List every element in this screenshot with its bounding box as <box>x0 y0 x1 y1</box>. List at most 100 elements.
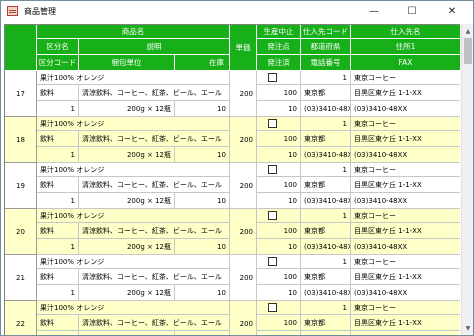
cell-stock[interactable]: 10 <box>175 331 230 335</box>
row-header[interactable]: 20 <box>5 209 37 255</box>
discontinued-checkbox[interactable] <box>268 303 277 312</box>
table-row[interactable]: 19 果汁100% オレンジ 飲料 清涼飲料、コーヒー、紅茶、ビール、エール 1… <box>5 163 460 209</box>
cell-packing-unit[interactable]: 200g × 12瓶 <box>79 239 175 255</box>
cell-category-code[interactable]: 1 <box>37 147 79 163</box>
cell-supplier-code[interactable]: 1 <box>301 301 351 315</box>
cell-packing-unit[interactable]: 200g × 12瓶 <box>79 331 175 335</box>
cell-ordered[interactable]: 10 <box>257 101 301 117</box>
maximize-button[interactable]: ☐ <box>397 1 427 22</box>
cell-supplier-name[interactable]: 東京コーヒー <box>351 163 460 177</box>
cell-address1[interactable]: 目黒区東ケ丘 1-1-XX <box>351 315 460 331</box>
cell-category-code[interactable]: 1 <box>37 285 79 301</box>
cell-ordering-point[interactable]: 100 <box>257 177 301 193</box>
cell-discontinued[interactable] <box>257 209 301 223</box>
cell-stock[interactable]: 10 <box>175 239 230 255</box>
cell-address1[interactable]: 目黒区東ケ丘 1-1-XX <box>351 177 460 193</box>
cell-discontinued[interactable] <box>257 117 301 131</box>
cell-supplier-code[interactable]: 1 <box>301 255 351 269</box>
cell-category[interactable]: 飲料 <box>37 223 79 239</box>
cell-ordered[interactable]: 10 <box>257 147 301 163</box>
cell-phone[interactable]: (03)3410-48XX <box>301 331 351 335</box>
cell-unit-price[interactable]: 200 <box>230 301 257 335</box>
cell-fax[interactable]: (03)3410-48XX <box>351 285 460 301</box>
cell-packing-unit[interactable]: 200g × 12瓶 <box>79 101 175 117</box>
cell-packing-unit[interactable]: 200g × 12瓶 <box>79 147 175 163</box>
header-supplier-code[interactable]: 仕入先コード <box>301 25 351 39</box>
header-packing-unit[interactable]: 梱包単位 <box>79 55 175 71</box>
cell-phone[interactable]: (03)3410-48XX <box>301 147 351 163</box>
cell-unit-price[interactable]: 200 <box>230 163 257 209</box>
cell-unit-price[interactable]: 200 <box>230 209 257 255</box>
cell-prefecture[interactable]: 東京都 <box>301 315 351 331</box>
minimize-button[interactable]: — <box>359 1 389 22</box>
cell-category-code[interactable]: 1 <box>37 193 79 209</box>
cell-supplier-name[interactable]: 東京コーヒー <box>351 255 460 269</box>
cell-category-code[interactable]: 1 <box>37 239 79 255</box>
cell-address1[interactable]: 目黒区東ケ丘 1-1-XX <box>351 269 460 285</box>
discontinued-checkbox[interactable] <box>268 119 277 128</box>
cell-fax[interactable]: (03)3410-48XX <box>351 239 460 255</box>
cell-product-name[interactable]: 果汁100% オレンジ <box>37 163 230 177</box>
cell-unit-price[interactable]: 200 <box>230 255 257 301</box>
cell-supplier-name[interactable]: 東京コーヒー <box>351 209 460 223</box>
header-product-name[interactable]: 商品名 <box>37 25 230 39</box>
cell-stock[interactable]: 10 <box>175 193 230 209</box>
cell-supplier-name[interactable]: 東京コーヒー <box>351 71 460 85</box>
header-phone[interactable]: 電話番号 <box>301 55 351 71</box>
cell-fax[interactable]: (03)3410-48XX <box>351 101 460 117</box>
cell-address1[interactable]: 目黒区東ケ丘 1-1-XX <box>351 223 460 239</box>
cell-prefecture[interactable]: 東京都 <box>301 85 351 101</box>
header-ordered[interactable]: 発注済 <box>257 55 301 71</box>
cell-address1[interactable]: 目黒区東ケ丘 1-1-XX <box>351 85 460 101</box>
table-row[interactable]: 21 果汁100% オレンジ 飲料 清涼飲料、コーヒー、紅茶、ビール、エール 1… <box>5 255 460 301</box>
cell-supplier-code[interactable]: 1 <box>301 71 351 85</box>
discontinued-checkbox[interactable] <box>268 257 277 266</box>
cell-stock[interactable]: 10 <box>175 101 230 117</box>
cell-supplier-code[interactable]: 1 <box>301 209 351 223</box>
header-discontinued[interactable]: 生産中止 <box>257 25 301 39</box>
row-header[interactable]: 22 <box>5 301 37 335</box>
cell-discontinued[interactable] <box>257 255 301 269</box>
table-row[interactable]: 18 果汁100% オレンジ 飲料 清涼飲料、コーヒー、紅茶、ビール、エール 1… <box>5 117 460 163</box>
cell-prefecture[interactable]: 東京都 <box>301 177 351 193</box>
cell-phone[interactable]: (03)3410-48XX <box>301 239 351 255</box>
close-button[interactable]: ✕ <box>437 1 467 22</box>
cell-category-code[interactable]: 1 <box>37 101 79 117</box>
header-unit-price[interactable]: 単価 <box>230 25 257 71</box>
cell-discontinued[interactable] <box>257 71 301 85</box>
cell-supplier-name[interactable]: 東京コーヒー <box>351 117 460 131</box>
scroll-thumb[interactable] <box>464 38 472 64</box>
header-address1[interactable]: 住所1 <box>351 39 460 55</box>
cell-fax[interactable]: (03)3410-48XX <box>351 193 460 209</box>
cell-category[interactable]: 飲料 <box>37 131 79 147</box>
cell-category-code[interactable]: 1 <box>37 331 79 335</box>
cell-description[interactable]: 清涼飲料、コーヒー、紅茶、ビール、エール <box>79 177 230 193</box>
vertical-scrollbar[interactable]: ▲ ▼ <box>461 24 473 335</box>
cell-unit-price[interactable]: 200 <box>230 117 257 163</box>
cell-product-name[interactable]: 果汁100% オレンジ <box>37 71 230 85</box>
chevron-up-icon[interactable]: ▲ <box>462 25 474 37</box>
cell-description[interactable]: 清涼飲料、コーヒー、紅茶、ビール、エール <box>79 315 230 331</box>
cell-unit-price[interactable]: 200 <box>230 71 257 117</box>
cell-description[interactable]: 清涼飲料、コーヒー、紅茶、ビール、エール <box>79 269 230 285</box>
row-header[interactable]: 21 <box>5 255 37 301</box>
table-row[interactable]: 17 果汁100% オレンジ 飲料 清涼飲料、コーヒー、紅茶、ビール、エール 1… <box>5 71 460 117</box>
cell-phone[interactable]: (03)3410-48XX <box>301 193 351 209</box>
cell-phone[interactable]: (03)3410-48XX <box>301 101 351 117</box>
discontinued-checkbox[interactable] <box>268 73 277 82</box>
cell-ordered[interactable]: 10 <box>257 285 301 301</box>
cell-packing-unit[interactable]: 200g × 12瓶 <box>79 193 175 209</box>
header-description[interactable]: 説明 <box>79 39 230 55</box>
cell-ordering-point[interactable]: 100 <box>257 131 301 147</box>
cell-ordered[interactable]: 10 <box>257 239 301 255</box>
discontinued-checkbox[interactable] <box>268 211 277 220</box>
header-ordering-point[interactable]: 発注点 <box>257 39 301 55</box>
cell-ordered[interactable]: 10 <box>257 331 301 335</box>
cell-fax[interactable]: (03)3410-48XX <box>351 147 460 163</box>
cell-supplier-code[interactable]: 1 <box>301 117 351 131</box>
row-header[interactable]: 18 <box>5 117 37 163</box>
cell-category[interactable]: 飲料 <box>37 269 79 285</box>
cell-packing-unit[interactable]: 200g × 12瓶 <box>79 285 175 301</box>
cell-phone[interactable]: (03)3410-48XX <box>301 285 351 301</box>
cell-description[interactable]: 清涼飲料、コーヒー、紅茶、ビール、エール <box>79 131 230 147</box>
